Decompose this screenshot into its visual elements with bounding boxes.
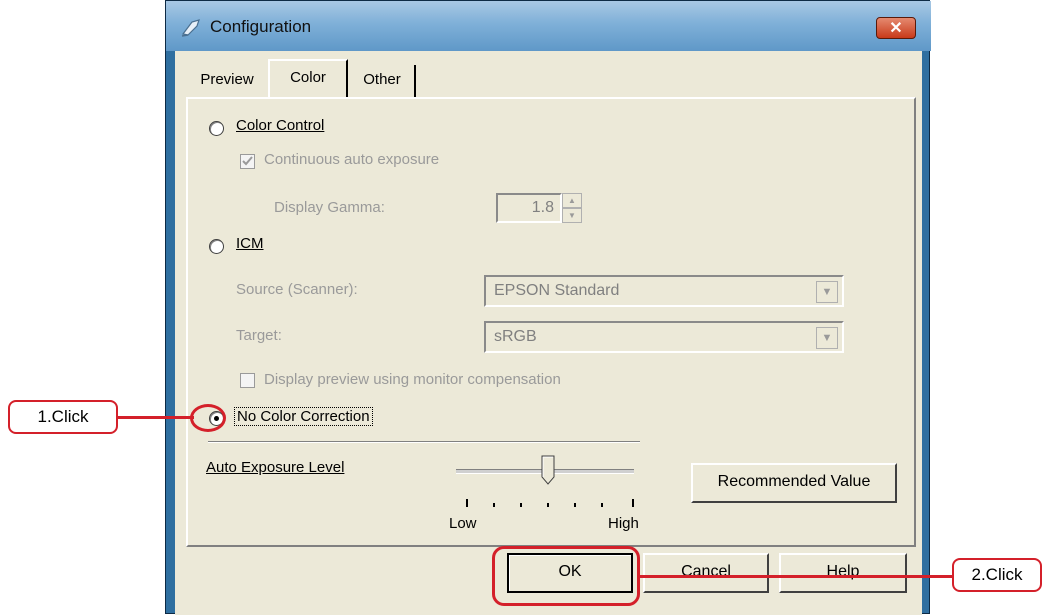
cancel-button[interactable]: Cancel	[643, 553, 769, 593]
exposure-slider-thumb[interactable]	[541, 455, 555, 485]
close-icon: ✕	[889, 20, 903, 37]
color-control-radio[interactable]	[209, 121, 224, 136]
checkmark-icon	[242, 156, 253, 166]
spin-down-icon[interactable]: ▼	[562, 208, 582, 223]
icm-radio[interactable]	[209, 239, 224, 254]
close-button[interactable]: ✕	[876, 17, 916, 39]
slider-ticks	[466, 499, 634, 507]
tab-color[interactable]: Color	[268, 59, 348, 99]
source-scanner-value: EPSON Standard	[494, 282, 620, 299]
tab-preview[interactable]: Preview	[187, 65, 267, 97]
spin-up-icon[interactable]: ▲	[562, 193, 582, 208]
scanner-icon	[181, 19, 200, 37]
monitor-compensation-label: Display preview using monitor compensati…	[264, 371, 561, 388]
source-scanner-label: Source (Scanner):	[236, 281, 358, 298]
configuration-window: Configuration ✕ Preview Color Other Colo…	[165, 0, 931, 615]
callout-step1-line	[118, 416, 194, 419]
high-label: High	[608, 515, 639, 532]
title-bar[interactable]: Configuration ✕	[166, 1, 931, 51]
window-title: Configuration	[210, 17, 312, 36]
help-button[interactable]: Help	[779, 553, 907, 593]
color-control-label: Color Control	[236, 117, 325, 134]
low-label: Low	[449, 515, 477, 532]
callout-step2-ring	[492, 546, 640, 606]
callout-step1: 1.Click	[8, 400, 118, 434]
callout-step2: 2.Click	[952, 558, 1042, 592]
callout-step2-line	[640, 575, 954, 578]
gamma-value-field[interactable]: 1.8	[496, 193, 562, 223]
target-label: Target:	[236, 327, 282, 344]
dialog-body: Preview Color Other Color Control Contin…	[175, 51, 922, 615]
color-tab-panel: Color Control Continuous auto exposure D…	[186, 97, 916, 547]
separator	[208, 441, 640, 443]
icm-label: ICM	[236, 235, 264, 252]
monitor-compensation-checkbox[interactable]	[240, 373, 255, 388]
no-color-correction-label: No Color Correction	[234, 407, 373, 426]
target-combo[interactable]: sRGB ▼	[484, 321, 844, 353]
target-value: sRGB	[494, 328, 537, 345]
auto-exposure-label: Auto Exposure Level	[206, 459, 345, 476]
chevron-down-icon[interactable]: ▼	[816, 327, 838, 349]
recommended-value-button[interactable]: Recommended Value	[691, 463, 897, 503]
display-gamma-label: Display Gamma:	[274, 199, 385, 216]
callout-step1-ring	[190, 404, 226, 432]
continuous-exposure-checkbox[interactable]	[240, 154, 255, 169]
source-scanner-combo[interactable]: EPSON Standard ▼	[484, 275, 844, 307]
gamma-spinner[interactable]: 1.8 ▲ ▼	[496, 193, 586, 223]
tab-other[interactable]: Other	[350, 65, 416, 97]
chevron-down-icon[interactable]: ▼	[816, 281, 838, 303]
continuous-exposure-label: Continuous auto exposure	[264, 151, 440, 168]
